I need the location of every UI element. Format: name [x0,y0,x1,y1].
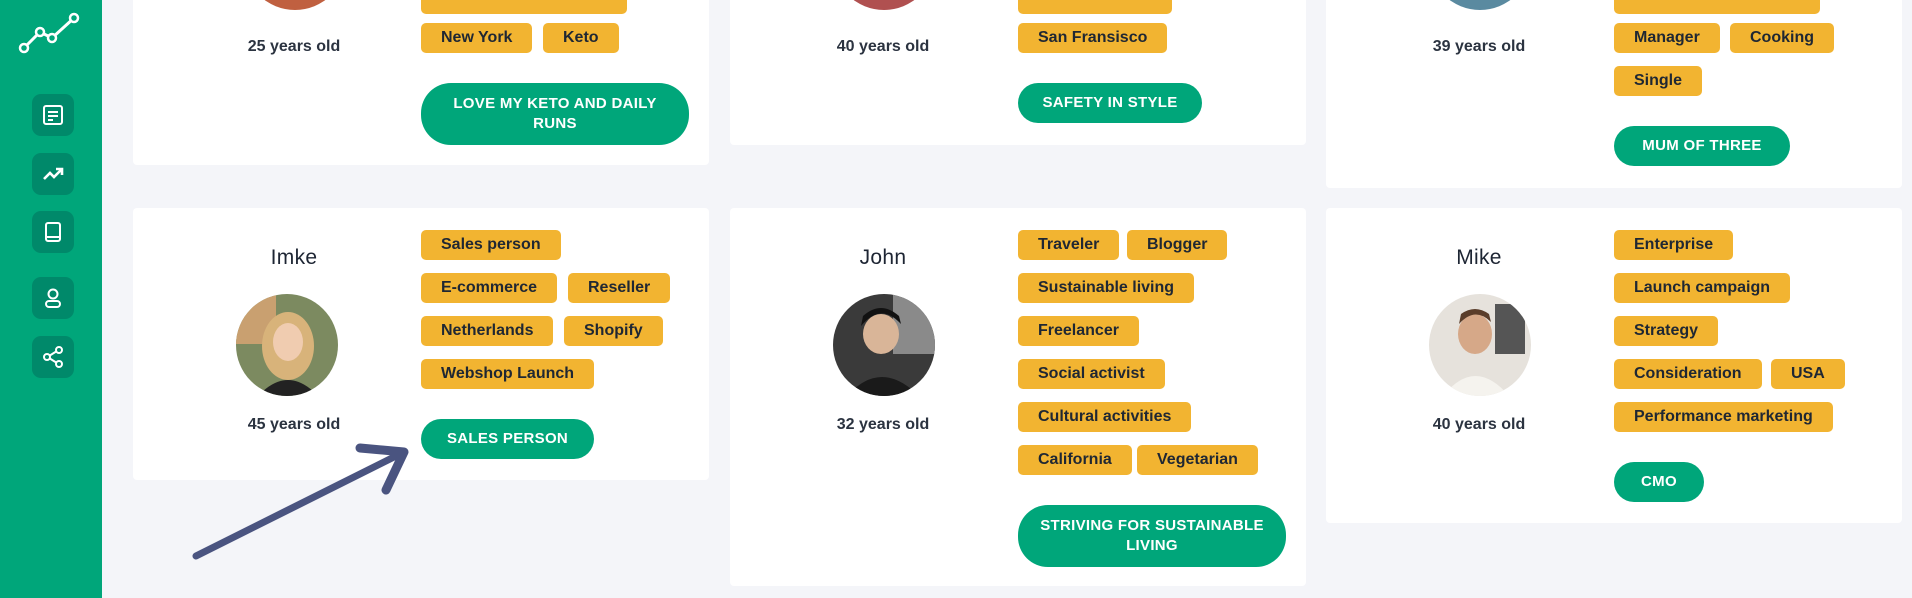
tag: Shopify [564,316,663,346]
tag: Cooking [1730,23,1834,53]
tag: Vegetarian [1137,445,1258,475]
tag: Blogger [1127,230,1228,260]
persona-cta-button[interactable]: SAFETY IN STYLE [1018,83,1202,123]
tag [1614,0,1820,14]
tag: Sales person [421,230,561,260]
persona-age: 40 years old [1432,416,1526,433]
tag: San Fransisco [1018,23,1168,53]
sales-person-button[interactable]: SALES PERSON [421,419,594,459]
sustainable-living-button[interactable]: STRIVING FOR SUSTAINABLE LIVING [1018,505,1286,567]
tag: Reseller [568,273,671,303]
avatar [1429,0,1531,10]
persona-age: 40 years old [836,38,930,55]
avatar [244,0,346,10]
user-icon [45,288,61,308]
tag: Strategy [1614,316,1719,346]
persona-age: 32 years old [836,416,930,433]
chart-logo-icon[interactable] [18,10,84,54]
tag: Performance marketing [1614,402,1833,432]
tag: USA [1771,359,1845,389]
tag: New York [421,23,533,53]
avatar [1429,294,1531,396]
persona-name: Mike [1456,246,1502,269]
share-icon [43,346,63,368]
avatar [833,0,935,10]
persona-name: Imke [270,246,318,269]
persona-cta-button[interactable]: LOVE MY KETO AND DAILY RUNS [421,83,689,145]
tag: Cultural activities [1018,402,1192,432]
tag: Launch campaign [1614,273,1791,303]
avatar [236,294,338,396]
persona-cta-button[interactable]: MUM OF THREE [1614,126,1790,166]
cmo-button[interactable]: CMO [1614,462,1704,502]
tag: Freelancer [1018,316,1139,346]
book-icon [45,222,61,242]
persona-name: John [859,246,907,269]
avatar [833,294,935,396]
persona-age: 45 years old [247,416,341,433]
tag: E-commerce [421,273,558,303]
annotation-arrow-icon [192,443,409,560]
tag: Traveler [1018,230,1120,260]
tag: Netherlands [421,316,554,346]
persona-card-john: John 32 years old Traveler Blogger Susta… [730,208,1306,586]
tag: Keto [543,23,619,53]
sidebar [0,0,102,598]
tag: Single [1614,66,1703,96]
tag: Webshop Launch [421,359,595,389]
trending-icon [43,167,64,180]
tag [1018,0,1172,14]
nav-trending[interactable] [32,153,74,195]
persona-card-mike: Mike 40 years old Enterprise Launch camp… [1326,208,1902,523]
persona-card: 39 years old Manager Cooking Single MUM … [1326,0,1902,188]
nav-share[interactable] [32,336,74,378]
nav-notes[interactable] [32,94,74,136]
persona-card: 25 years old New York Keto LOVE MY KETO … [133,0,709,165]
tag: Manager [1614,23,1720,53]
notes-icon [43,105,63,125]
tag [421,0,627,14]
nav-book[interactable] [32,211,74,253]
tag: Consideration [1614,359,1762,389]
tag: Enterprise [1614,230,1734,260]
nav-user[interactable] [32,277,74,319]
persona-card: 40 years old San Fransisco SAFETY IN STY… [730,0,1306,145]
tag: California [1018,445,1132,475]
persona-age: 39 years old [1432,38,1526,55]
tag: Sustainable living [1018,273,1195,303]
persona-age: 25 years old [247,38,341,55]
tag: Social activist [1018,359,1165,389]
